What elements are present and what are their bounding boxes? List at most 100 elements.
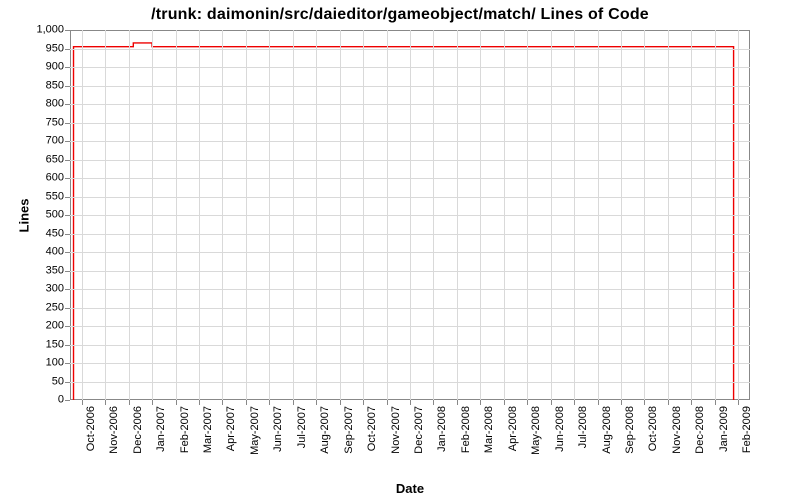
- gridline-v: [621, 30, 622, 400]
- gridline-v: [105, 30, 106, 400]
- x-tick: [363, 400, 364, 405]
- x-tick-label: Nov-2008: [672, 406, 683, 454]
- gridline-v: [504, 30, 505, 400]
- gridline-v: [574, 30, 575, 400]
- x-tick-label: May-2007: [250, 406, 261, 455]
- gridline-v: [316, 30, 317, 400]
- y-tick-label: 600: [46, 173, 70, 184]
- x-tick: [246, 400, 247, 405]
- x-tick: [504, 400, 505, 405]
- gridline-v: [433, 30, 434, 400]
- x-tick: [598, 400, 599, 405]
- gridline-v: [222, 30, 223, 400]
- x-tick-label: Mar-2007: [203, 406, 214, 453]
- x-tick: [222, 400, 223, 405]
- x-tick: [457, 400, 458, 405]
- x-tick: [152, 400, 153, 405]
- gridline-v: [691, 30, 692, 400]
- chart-container: /trunk: daimonin/src/daieditor/gameobjec…: [0, 0, 800, 500]
- y-axis-title-wrap: Lines: [14, 30, 34, 400]
- x-tick: [551, 400, 552, 405]
- y-tick-label: 650: [46, 154, 70, 165]
- gridline-v: [82, 30, 83, 400]
- gridline-v: [246, 30, 247, 400]
- x-tick-label: Oct-2008: [648, 406, 659, 451]
- y-tick-label: 750: [46, 117, 70, 128]
- gridline-v: [129, 30, 130, 400]
- x-tick-label: Apr-2007: [226, 406, 237, 451]
- gridline-v: [410, 30, 411, 400]
- y-tick-label: 250: [46, 302, 70, 313]
- x-tick-label: Aug-2007: [320, 406, 331, 454]
- x-tick-label: Dec-2006: [133, 406, 144, 454]
- x-tick: [269, 400, 270, 405]
- gridline-v: [551, 30, 552, 400]
- plot-area: 0501001502002503003504004505005506006507…: [70, 30, 750, 400]
- gridline-v: [715, 30, 716, 400]
- x-tick-label: Jan-2008: [437, 406, 448, 452]
- x-tick: [644, 400, 645, 405]
- y-tick-label: 400: [46, 247, 70, 258]
- x-tick-label: Feb-2009: [742, 406, 753, 453]
- y-tick-label: 150: [46, 339, 70, 350]
- x-tick-label: Sep-2008: [625, 406, 636, 454]
- gridline-v: [668, 30, 669, 400]
- y-tick-label: 550: [46, 191, 70, 202]
- y-tick-label: 300: [46, 284, 70, 295]
- x-tick: [715, 400, 716, 405]
- x-tick-label: Feb-2008: [461, 406, 472, 453]
- x-tick-label: Dec-2007: [414, 406, 425, 454]
- gridline-v: [387, 30, 388, 400]
- y-tick-label: 350: [46, 265, 70, 276]
- x-tick-label: Jun-2008: [555, 406, 566, 452]
- gridline-v: [269, 30, 270, 400]
- x-tick: [410, 400, 411, 405]
- y-tick-label: 500: [46, 210, 70, 221]
- gridline-v: [527, 30, 528, 400]
- gridline-v: [480, 30, 481, 400]
- y-tick-label: 50: [52, 376, 70, 387]
- y-tick-label: 1,000: [36, 25, 70, 36]
- x-tick: [433, 400, 434, 405]
- x-tick: [387, 400, 388, 405]
- x-tick-label: Oct-2006: [86, 406, 97, 451]
- y-tick-label: 950: [46, 43, 70, 54]
- x-tick: [105, 400, 106, 405]
- gridline-v: [199, 30, 200, 400]
- y-tick-label: 200: [46, 321, 70, 332]
- x-tick: [293, 400, 294, 405]
- x-tick-label: Oct-2007: [367, 406, 378, 451]
- x-tick: [738, 400, 739, 405]
- x-tick: [199, 400, 200, 405]
- y-axis-title: Lines: [17, 198, 32, 232]
- x-tick-label: Aug-2008: [602, 406, 613, 454]
- x-tick-label: May-2008: [531, 406, 542, 455]
- x-tick: [527, 400, 528, 405]
- x-tick-label: Jan-2009: [719, 406, 730, 452]
- gridline-v: [738, 30, 739, 400]
- x-tick-label: Jul-2007: [297, 406, 308, 448]
- x-tick: [574, 400, 575, 405]
- chart-title: /trunk: daimonin/src/daieditor/gameobjec…: [0, 6, 800, 24]
- x-tick-label: Jul-2008: [578, 406, 589, 448]
- x-tick: [176, 400, 177, 405]
- gridline-v: [152, 30, 153, 400]
- x-tick: [691, 400, 692, 405]
- gridline-v: [598, 30, 599, 400]
- gridline-v: [293, 30, 294, 400]
- x-tick: [621, 400, 622, 405]
- x-tick: [668, 400, 669, 405]
- y-tick-label: 700: [46, 136, 70, 147]
- y-tick-label: 800: [46, 99, 70, 110]
- y-tick-label: 100: [46, 358, 70, 369]
- gridline-v: [644, 30, 645, 400]
- x-tick-label: Jun-2007: [273, 406, 284, 452]
- x-tick-label: Nov-2007: [391, 406, 402, 454]
- x-tick-label: Feb-2007: [180, 406, 191, 453]
- gridline-v: [176, 30, 177, 400]
- y-tick-label: 850: [46, 80, 70, 91]
- gridline-v: [457, 30, 458, 400]
- x-tick-label: Mar-2008: [484, 406, 495, 453]
- gridline-v: [340, 30, 341, 400]
- x-tick-label: Sep-2007: [344, 406, 355, 454]
